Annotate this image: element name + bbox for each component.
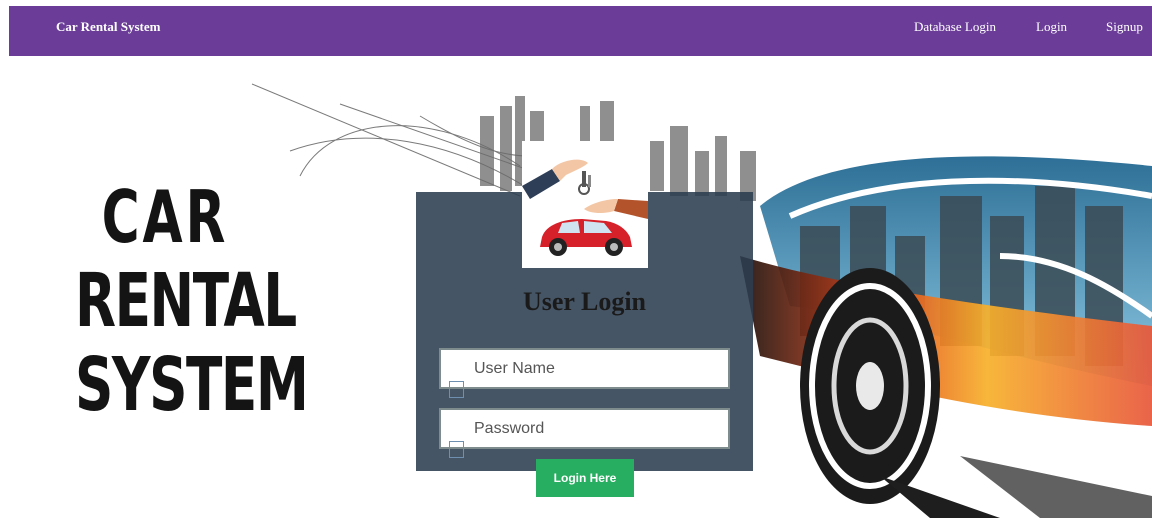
password-input[interactable]	[441, 410, 728, 447]
login-title: User Login	[522, 287, 647, 316]
hero-title-line: RENTAL	[75, 258, 297, 344]
nav-signup[interactable]: Signup	[1106, 6, 1143, 56]
nav-login[interactable]: Login	[1036, 6, 1067, 56]
nav-database-login[interactable]: Database Login	[914, 6, 996, 56]
password-field	[439, 408, 730, 458]
car-keys-icon	[522, 159, 648, 256]
brand-link[interactable]: Car Rental System	[56, 6, 160, 56]
username-field	[439, 348, 730, 398]
username-input[interactable]	[441, 350, 728, 387]
hero-title: CAR RENTAL SYSTEM	[75, 175, 309, 428]
login-button[interactable]: Login Here	[536, 459, 634, 497]
car-keys-logo	[522, 141, 648, 268]
navbar: Car Rental System Database Login Login S…	[9, 6, 1152, 56]
hero-title-line: CAR	[101, 175, 229, 259]
lock-icon	[449, 441, 464, 458]
user-icon	[449, 381, 464, 398]
hero-title-line: SYSTEM	[75, 342, 309, 428]
